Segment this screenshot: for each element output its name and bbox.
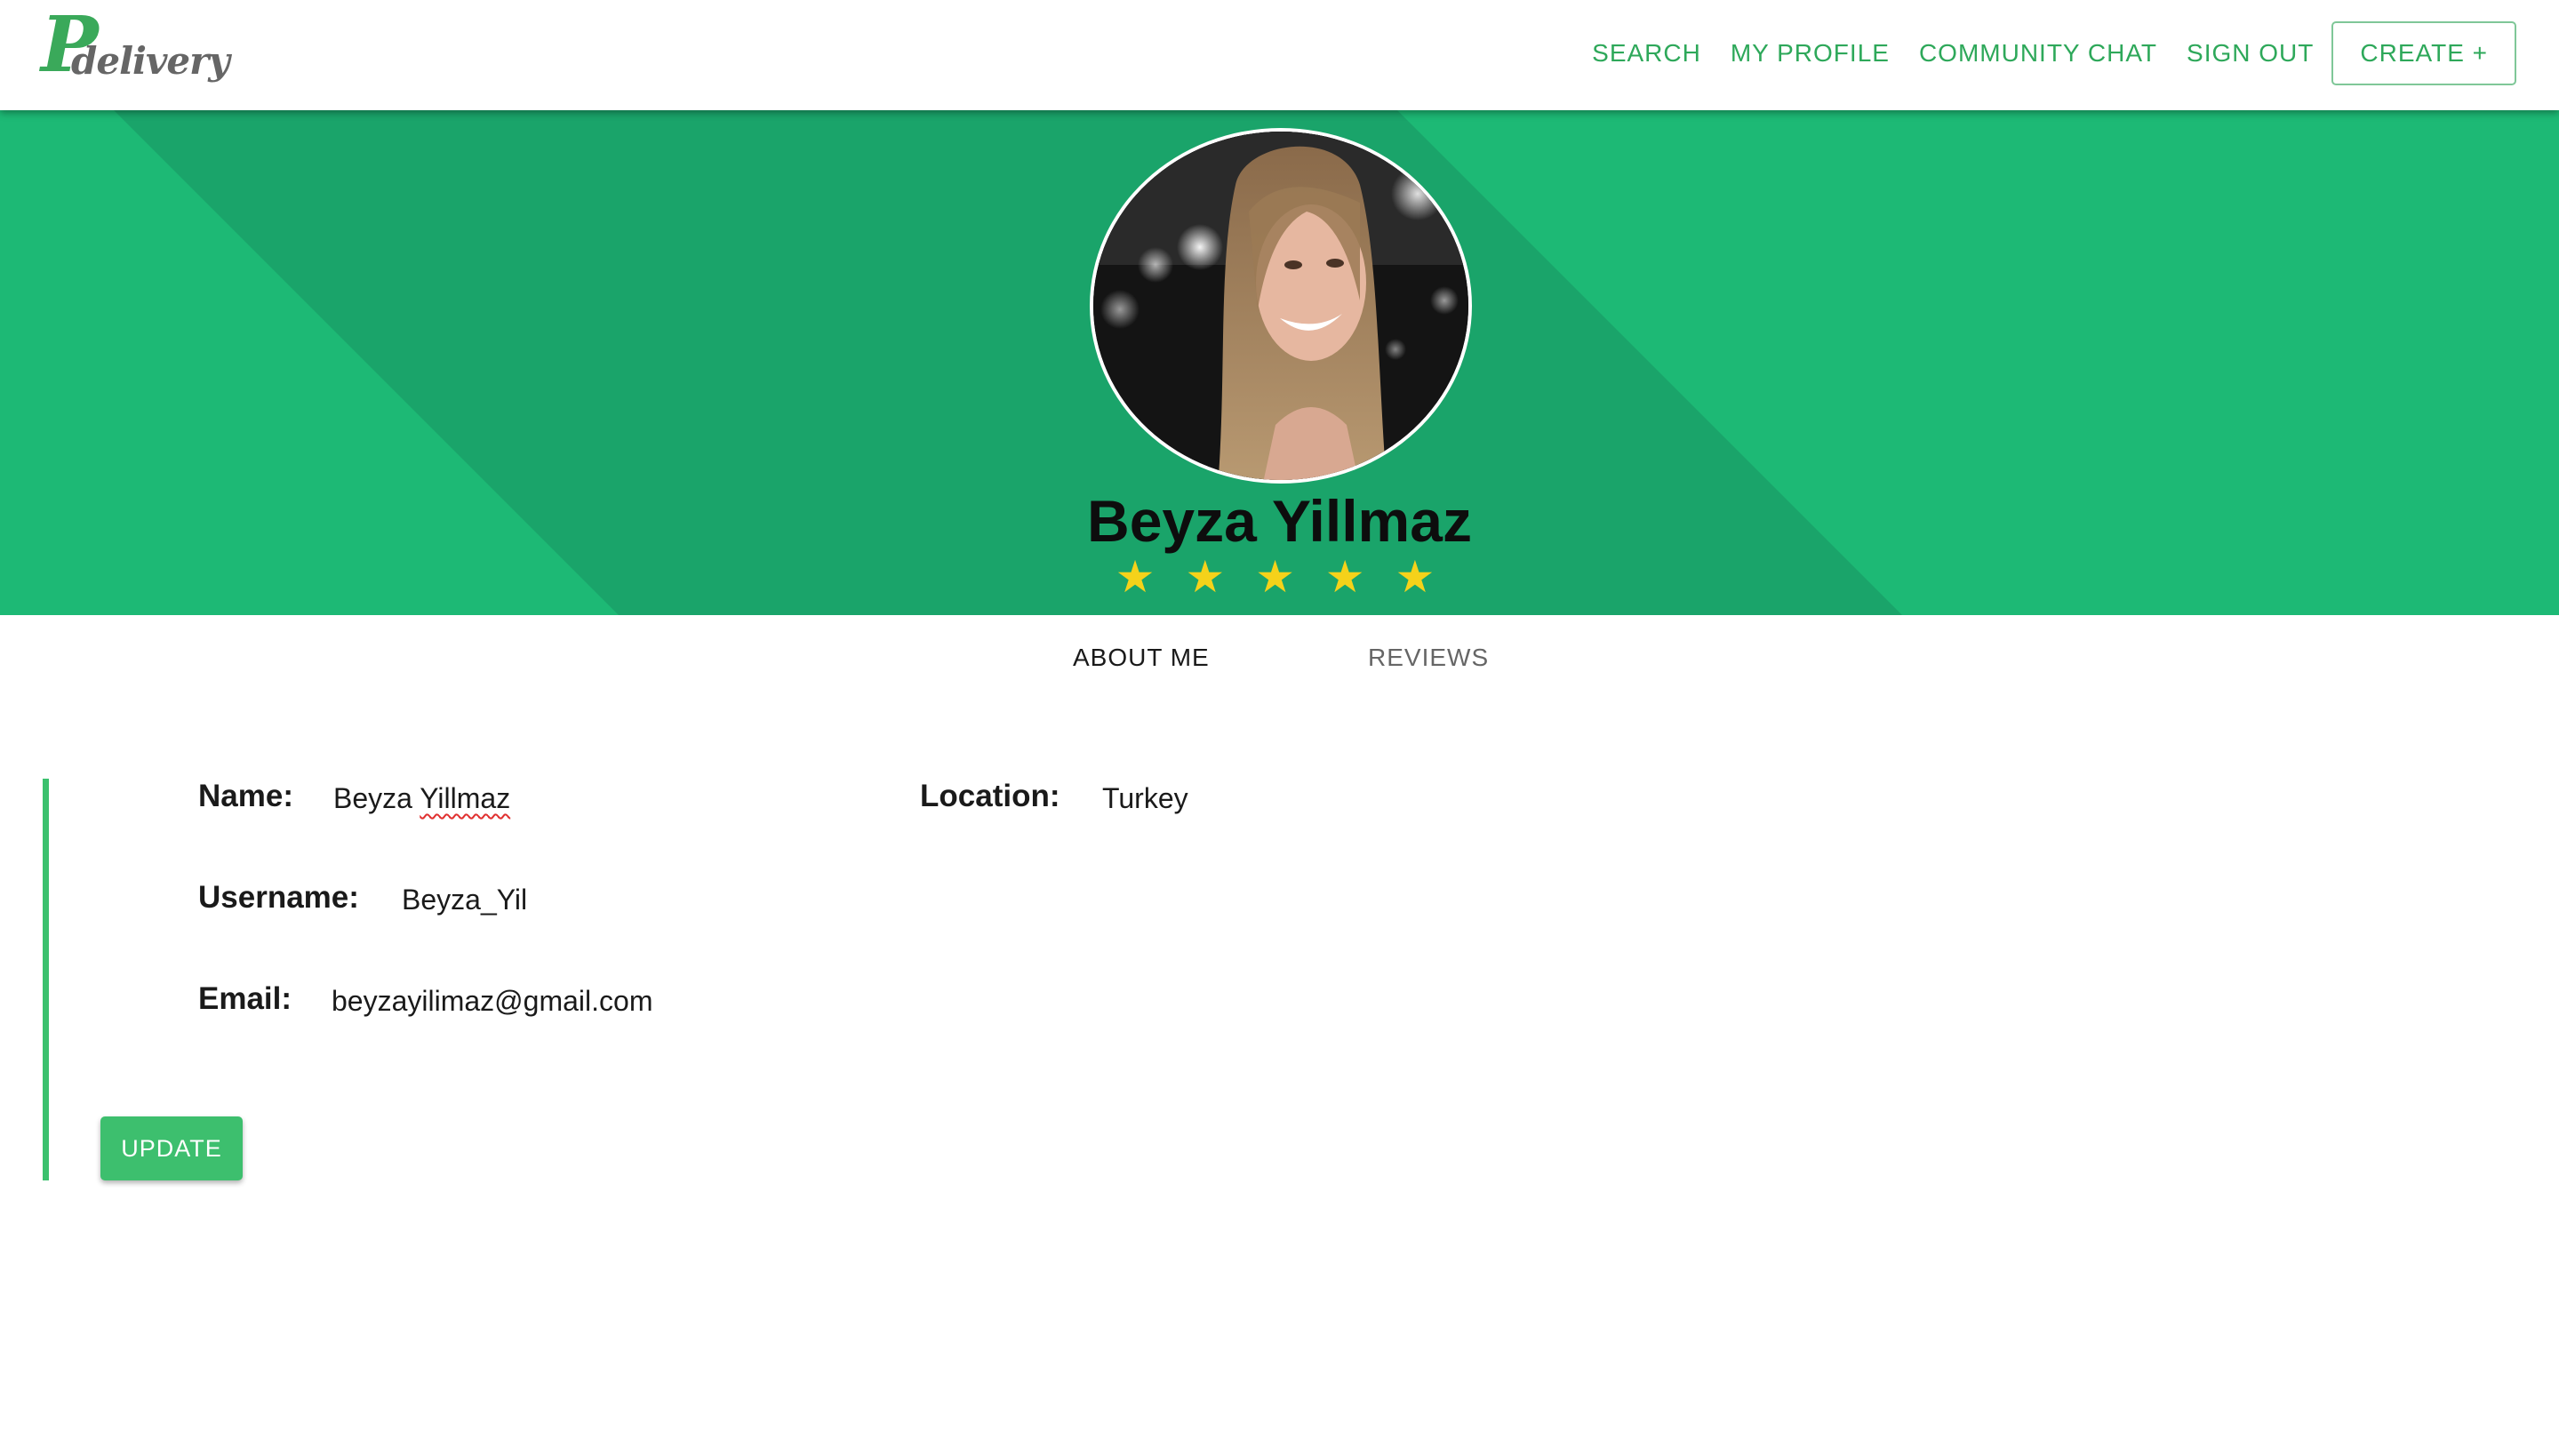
rating-stars: ★ ★ ★ ★ ★ [1115, 552, 1444, 602]
nav-community-chat-link[interactable]: COMMUNITY CHAT [1919, 39, 2157, 68]
nav-my-profile-link[interactable]: MY PROFILE [1731, 39, 1890, 68]
about-me-panel: Name: Beyza Yillmaz Location: Turkey Use… [43, 779, 2514, 1180]
logo-text: delivery [71, 39, 230, 83]
email-value: beyzayilimaz@gmail.com [332, 985, 653, 1017]
tab-reviews[interactable]: REVIEWS [1368, 644, 1489, 672]
nav-sign-out-link[interactable]: SIGN OUT [2187, 39, 2314, 68]
email-label: Email: [198, 981, 292, 1016]
top-navbar: P delivery SEARCH MY PROFILE COMMUNITY C… [0, 0, 2559, 110]
name-label: Name: [198, 779, 293, 813]
name-first: Beyza [333, 782, 420, 814]
tab-about-me[interactable]: ABOUT ME [1073, 644, 1210, 672]
name-value: Beyza Yillmaz [333, 782, 510, 815]
username-label: Username: [198, 880, 359, 915]
nav-search-link[interactable]: SEARCH [1592, 39, 1701, 68]
profile-avatar [1090, 128, 1472, 484]
brand-logo[interactable]: P delivery [41, 7, 230, 94]
username-value: Beyza_Yil [402, 884, 528, 916]
location-label: Location: [920, 779, 1060, 813]
location-value: Turkey [1102, 782, 1188, 814]
profile-tabs: ABOUT ME REVIEWS [0, 615, 2559, 704]
avatar-photo [1093, 132, 1468, 480]
profile-hero-banner: Beyza Yillmaz ★ ★ ★ ★ ★ [0, 110, 2559, 615]
nav-links: SEARCH MY PROFILE COMMUNITY CHAT SIGN OU… [1563, 21, 2516, 85]
update-button[interactable]: UPDATE [100, 1116, 243, 1180]
profile-name: Beyza Yillmaz [1087, 488, 1472, 554]
create-button[interactable]: CREATE + [2331, 21, 2516, 85]
name-last: Yillmaz [420, 782, 511, 814]
